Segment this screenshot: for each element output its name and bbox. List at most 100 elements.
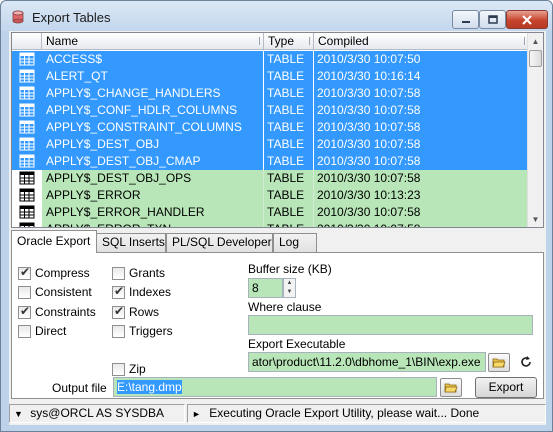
minimize-icon [461, 20, 470, 23]
cell-compiled: 2010/3/30 10:07:58 [314, 119, 529, 136]
table-row[interactable]: APPLY$_CONSTRAINT_COLUMNS TABLE 2010/3/30 … [12, 119, 529, 136]
table-row[interactable]: ACCESS$ TABLE 2010/3/30 10:07:50 [12, 51, 529, 68]
triggers-label: Triggers [129, 324, 173, 338]
cell-name: ACCESS$ [42, 51, 264, 68]
checkbox-box [112, 325, 125, 338]
export-executable-input[interactable]: ator\product\11.2.0\dbhome_1\BIN\exp.exe [248, 352, 486, 372]
table-row[interactable]: APPLY$_ERROR TABLE 2010/3/30 10:13:23 [12, 187, 529, 204]
tables-grid[interactable]: Name Type Compiled ACCESS$ TABLE 2010/3/30… [11, 32, 544, 228]
cell-type: TABLE [264, 119, 314, 136]
cell-compiled: 2010/3/30 10:07:58 [314, 136, 529, 153]
output-file-label: Output file [52, 381, 107, 395]
table-icon [12, 187, 42, 204]
database-icon [12, 10, 24, 24]
grid-vertical-scrollbar[interactable]: ▲ ▼ [527, 33, 543, 227]
spin-down-icon[interactable]: ▼ [284, 288, 295, 297]
cell-name: APPLY$_DEST_OBJ_CMAP [42, 153, 264, 170]
dropdown-arrow-icon: ▼ [14, 409, 23, 419]
table-icon [12, 102, 42, 119]
cell-name: APPLY$_CONSTRAINT_COLUMNS [42, 119, 264, 136]
check-icon: ✔ [114, 304, 125, 318]
table-row[interactable]: APPLY$_DEST_OBJ_OPS TABLE 2010/3/30 10:07:… [12, 170, 529, 187]
table-row[interactable]: APPLY$_CONF_HDLR_COLUMNS TABLE 2010/3/30 1… [12, 102, 529, 119]
cell-compiled: 2010/3/30 10:07:50 [314, 51, 529, 68]
buffer-size-spinner[interactable]: ▲ ▼ [283, 278, 296, 298]
table-icon [12, 136, 42, 153]
refresh-icon[interactable] [519, 355, 533, 369]
table-icon [12, 204, 42, 221]
close-icon [522, 14, 532, 25]
checkbox-box: ✔ [18, 304, 31, 319]
cell-name: APPLY$_DEST_OBJ_OPS [42, 170, 264, 187]
status-bar: ▼ sys@ORCL AS SYSDBA ► Executing Oracle … [9, 402, 546, 424]
spin-up-icon[interactable]: ▲ [284, 279, 295, 288]
column-header-name[interactable]: Name [42, 33, 264, 50]
buffer-size-label: Buffer size (KB) [248, 262, 332, 276]
scroll-thumb[interactable] [529, 50, 542, 67]
cell-name: ALERT_QT [42, 68, 264, 85]
cell-compiled: 2010/3/30 10:07:58 [314, 204, 529, 221]
output-file-input[interactable]: E:\tang.dmp [113, 377, 437, 397]
minimize-button[interactable] [452, 10, 479, 29]
export-button[interactable]: Export [475, 377, 537, 398]
output-file-value: E:\tang.dmp [117, 380, 182, 394]
folder-open-icon [492, 358, 506, 368]
buffer-size-input[interactable]: 8 [248, 278, 283, 298]
cell-type: TABLE [264, 102, 314, 119]
session-status[interactable]: ▼ sys@ORCL AS SYSDBA [9, 404, 185, 423]
cell-name: APPLY$_CHANGE_HANDLERS [42, 85, 264, 102]
maximize-icon [487, 15, 498, 24]
message-status: ► Executing Oracle Export Utility, pleas… [187, 404, 546, 423]
scroll-down-icon[interactable]: ▼ [528, 211, 543, 227]
client-area: Name Type Compiled ACCESS$ TABLE 2010/3/30… [9, 31, 546, 425]
cell-type: TABLE [264, 204, 314, 221]
table-row[interactable]: APPLY$_CHANGE_HANDLERS TABLE 2010/3/30 10:… [12, 85, 529, 102]
table-icon [12, 85, 42, 102]
cell-name: APPLY$_ERROR_HANDLER [42, 204, 264, 221]
tab-plsql-developer[interactable]: PL/SQL Developer [166, 233, 273, 252]
indexes-label: Indexes [129, 285, 172, 299]
maximize-button[interactable] [479, 10, 506, 29]
table-row[interactable]: APPLY$_DEST_OBJ TABLE 2010/3/30 10:07:58 [12, 136, 529, 153]
checkbox-box [18, 325, 31, 338]
browse-executable-button[interactable] [488, 353, 510, 372]
where-clause-input[interactable] [248, 315, 533, 335]
cell-compiled: 2010/3/30 10:07:58 [314, 153, 529, 170]
column-header-type-label: Type [268, 34, 295, 48]
table-row[interactable]: ALERT_QT TABLE 2010/3/30 10:16:14 [12, 68, 529, 85]
folder-open-icon [444, 383, 458, 393]
compress-label: Compress [35, 266, 90, 280]
table-row[interactable]: APPLY$_ERROR_HANDLER TABLE 2010/3/30 10:07… [12, 204, 529, 221]
tab-sql-inserts[interactable]: SQL Inserts [96, 233, 166, 252]
cell-name: APPLY$_CONF_HDLR_COLUMNS [42, 102, 264, 119]
check-icon: ✔ [114, 284, 125, 298]
table-row[interactable]: APPLY$_ERROR_TXNTABLE2010/3/30 10:07:58 [12, 221, 529, 227]
cell-type: TABLE [264, 170, 314, 187]
column-header-name-label: Name [46, 34, 79, 48]
table-row[interactable]: APPLY$_DEST_OBJ_CMAP TABLE 2010/3/30 10:07… [12, 153, 529, 170]
constraints-label: Constraints [35, 305, 96, 319]
cell-name: APPLY$_ERROR_TXN [42, 221, 264, 227]
scroll-up-icon[interactable]: ▲ [528, 33, 543, 49]
status-message: Executing Oracle Export Utility, please … [209, 406, 480, 420]
column-header-compiled[interactable]: Compiled [314, 33, 529, 50]
session-text: sys@ORCL AS SYSDBA [30, 406, 165, 420]
header-icon-column[interactable] [12, 33, 42, 50]
check-icon: ✔ [20, 304, 31, 318]
checkbox-box [112, 363, 125, 376]
tab-log[interactable]: Log [273, 233, 317, 252]
table-icon [12, 153, 42, 170]
close-button[interactable] [506, 10, 548, 29]
table-icon [12, 221, 42, 227]
checkbox-box: ✔ [18, 265, 31, 280]
browse-output-button[interactable] [440, 378, 462, 397]
column-header-type[interactable]: Type [264, 33, 314, 50]
cell-name: APPLY$_DEST_OBJ [42, 136, 264, 153]
tab-oracle-export[interactable]: Oracle Export [11, 230, 97, 253]
table-icon [12, 170, 42, 187]
table-icon [12, 68, 42, 85]
title-bar[interactable]: Export Tables [1, 1, 552, 31]
checkbox-box: ✔ [112, 304, 125, 319]
cell-compiled: 2010/3/30 10:07:58 [314, 221, 529, 227]
zip-label: Zip [129, 362, 146, 376]
